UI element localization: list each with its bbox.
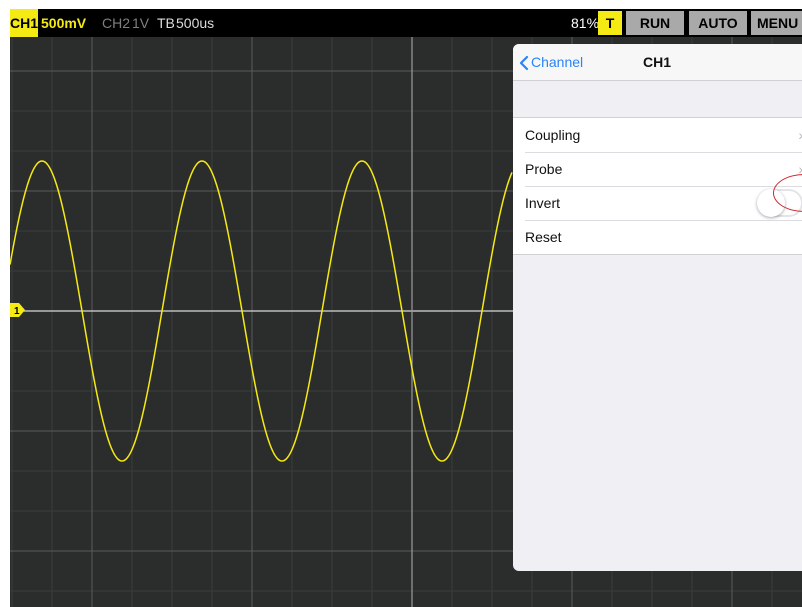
timebase-value[interactable]: 500us [176,9,214,37]
panel-title: CH1 [643,54,672,70]
ch1-level-marker[interactable]: 1 [10,303,26,317]
chevron-right-icon: › [798,118,802,152]
ch2-label[interactable]: CH2 [102,9,130,37]
ch2-volts-per-div[interactable]: 1V [132,9,149,37]
ch1-volts-per-div[interactable]: 500mV [41,9,86,37]
reset-row[interactable]: Reset [513,220,802,254]
ch1-tag[interactable]: CH1 [10,9,38,37]
probe-row[interactable]: Probe › [513,152,802,186]
chevron-left-icon [519,56,529,71]
invert-row: Invert [513,186,802,220]
run-button[interactable]: RUN [626,11,684,35]
marker-label: 1 [14,306,20,317]
timebase-label[interactable]: TB [157,9,175,37]
panel-header: Channel CH1 [513,44,802,81]
back-button[interactable]: Channel [519,44,583,80]
coupling-row[interactable]: Coupling › [513,118,802,152]
reset-label: Reset [525,229,562,245]
settings-list: Coupling › Probe › Invert Reset [513,117,802,255]
oscilloscope-app: CH1 500mV CH2 1V TB 500us 81% T RUN AUTO… [10,9,802,607]
trigger-button[interactable]: T [598,11,622,35]
channel-settings-panel: Channel CH1 Coupling › Probe › Invert Re… [513,44,802,571]
battery-level: 81% [571,15,600,31]
probe-label: Probe [525,161,563,177]
back-label: Channel [531,54,584,70]
invert-label: Invert [525,195,561,211]
coupling-label: Coupling [525,127,581,143]
status-bar: CH1 500mV CH2 1V TB 500us 81% T RUN AUTO… [10,9,802,37]
auto-button[interactable]: AUTO [689,11,747,35]
menu-button[interactable]: MENU [751,11,802,35]
